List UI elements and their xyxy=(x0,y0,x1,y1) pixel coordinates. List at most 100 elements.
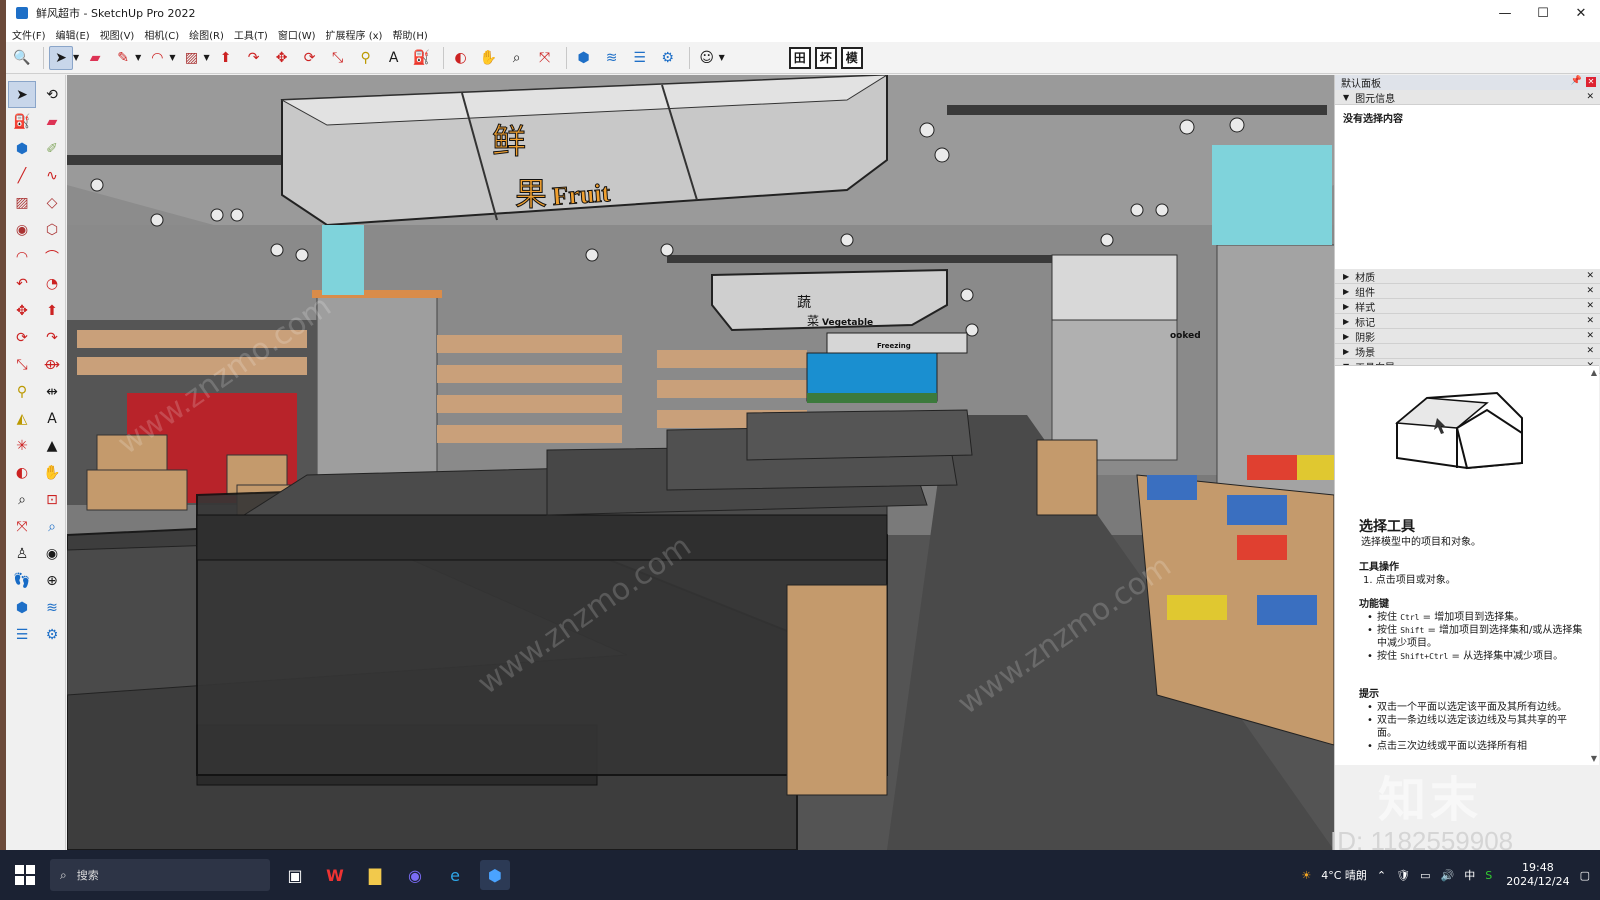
menu-file[interactable]: 文件(F) xyxy=(12,27,46,42)
section-close-icon[interactable]: ✕ xyxy=(1586,92,1594,102)
menu-camera[interactable]: 相机(C) xyxy=(144,27,179,42)
extension-manager-icon[interactable]: ⚙ xyxy=(656,46,680,70)
line-tool-icon[interactable]: ✎ xyxy=(111,46,135,70)
eraser-icon[interactable]: ▰ xyxy=(38,108,66,135)
line-icon[interactable]: ╱ xyxy=(8,162,36,189)
section-plane-icon[interactable]: ⊕ xyxy=(38,567,66,594)
scale-icon[interactable]: ⤡ xyxy=(8,351,36,378)
section-styles[interactable]: ▶ 样式 ✕ xyxy=(1335,299,1600,314)
shield-icon[interactable]: 🛡 xyxy=(1396,869,1410,882)
weather-icon[interactable]: ☀ xyxy=(1301,869,1311,882)
section-close-icon[interactable]: ✕ xyxy=(1586,271,1594,281)
layout-icon[interactable]: ☰ xyxy=(628,46,652,70)
component-icon[interactable]: ⬢ xyxy=(8,135,36,162)
menu-extensions[interactable]: 扩展程序 (x) xyxy=(326,27,383,42)
section-close-icon[interactable]: ✕ xyxy=(1586,316,1594,326)
section-close-icon[interactable]: ✕ xyxy=(1586,286,1594,296)
entity-info-header[interactable]: ▼ 图元信息 ✕ xyxy=(1335,90,1600,105)
weather-text[interactable]: 4°C 晴朗 xyxy=(1321,867,1367,883)
section-materials[interactable]: ▶ 材质 ✕ xyxy=(1335,269,1600,284)
model-viewport[interactable]: 鲜 果 Fruit 蔬 菜 Vegetable Freezing ooked w… xyxy=(67,75,1334,850)
volume-icon[interactable]: 🔊 xyxy=(1441,869,1455,882)
section-tags[interactable]: ▶ 标记 ✕ xyxy=(1335,314,1600,329)
rectangle-tool-icon[interactable]: ▨ xyxy=(179,46,203,70)
account-dropdown-icon[interactable]: ▼ xyxy=(719,53,725,62)
minimize-button[interactable]: — xyxy=(1486,0,1524,26)
pie-icon[interactable]: ◔ xyxy=(38,270,66,297)
axes-icon[interactable]: ✳ xyxy=(8,432,36,459)
notification-icon[interactable]: ▢ xyxy=(1580,869,1590,882)
network-icon[interactable]: ▭ xyxy=(1420,869,1430,882)
section-close-icon[interactable]: ✕ xyxy=(1586,301,1594,311)
plugin-box-1[interactable]: 田 xyxy=(788,46,811,69)
3d-text-icon[interactable]: ▲ xyxy=(38,432,66,459)
tape-measure-icon[interactable]: ⚲ xyxy=(8,378,36,405)
orbit-icon[interactable]: ◐ xyxy=(449,46,473,70)
walk-icon[interactable]: 👣 xyxy=(8,567,36,594)
plugin-box-2[interactable]: 坏 xyxy=(814,46,837,69)
text-tool-icon[interactable]: A xyxy=(382,46,406,70)
select-icon[interactable]: ➤ xyxy=(8,81,36,108)
pan-icon[interactable]: ✋ xyxy=(477,46,501,70)
pan-icon[interactable]: ✋ xyxy=(38,459,66,486)
push-pull-icon[interactable]: ⬆ xyxy=(214,46,238,70)
extension-warehouse-icon[interactable]: ≋ xyxy=(38,594,66,621)
taskbar-clock[interactable]: 19:48 2024/12/24 xyxy=(1506,861,1569,889)
layout-icon[interactable]: ☰ xyxy=(8,621,36,648)
shape-dropdown-icon[interactable]: ▼ xyxy=(203,53,209,62)
rectangle-icon[interactable]: ▨ xyxy=(8,189,36,216)
arc-icon[interactable]: ◠ xyxy=(8,243,36,270)
tag-icon[interactable]: ✐ xyxy=(38,135,66,162)
section-close-icon[interactable]: ✕ xyxy=(1586,331,1594,341)
account-icon[interactable]: ☺ xyxy=(695,46,719,70)
orbit-icon[interactable]: ◐ xyxy=(8,459,36,486)
paint-icon[interactable]: ⛽ xyxy=(8,108,36,135)
warehouse-icon[interactable]: ⬢ xyxy=(8,594,36,621)
rotate-icon[interactable]: ⟳ xyxy=(8,324,36,351)
task-view-icon[interactable]: ▣ xyxy=(280,860,310,890)
warehouse-icon[interactable]: ⬢ xyxy=(572,46,596,70)
previous-view-icon[interactable]: ⌕ xyxy=(38,513,66,540)
paint-bucket-icon[interactable]: ⛽ xyxy=(410,46,434,70)
zoom-extents-icon[interactable]: ⤧ xyxy=(8,513,36,540)
look-around-icon[interactable]: ◉ xyxy=(38,540,66,567)
wps-icon[interactable]: W xyxy=(320,860,350,890)
plugin-box-3[interactable]: 模 xyxy=(840,46,863,69)
select-tool-icon[interactable]: ➤ xyxy=(49,45,73,70)
zoom-icon[interactable]: ⌕ xyxy=(8,486,36,513)
line-dropdown-icon[interactable]: ▼ xyxy=(135,53,141,62)
zoom-icon[interactable]: 🔍 xyxy=(10,46,34,70)
scroll-up-icon[interactable]: ▲ xyxy=(1591,368,1597,377)
section-components[interactable]: ▶ 组件 ✕ xyxy=(1335,284,1600,299)
move-icon[interactable]: ✥ xyxy=(8,297,36,324)
protractor-icon[interactable]: ◭ xyxy=(8,405,36,432)
menu-edit[interactable]: 编辑(E) xyxy=(56,27,90,42)
app-tray-icon[interactable]: S xyxy=(1485,869,1492,882)
polygon-icon[interactable]: ⬡ xyxy=(38,216,66,243)
arc-tool-icon[interactable]: ◠ xyxy=(145,46,169,70)
follow-me-icon[interactable]: ↷ xyxy=(242,46,266,70)
three-point-arc-icon[interactable]: ↶ xyxy=(8,270,36,297)
menu-help[interactable]: 帮助(H) xyxy=(392,27,427,42)
dimension-icon[interactable]: ⇹ xyxy=(38,378,66,405)
text-icon[interactable]: A xyxy=(38,405,66,432)
push-pull-icon[interactable]: ⬆ xyxy=(38,297,66,324)
lasso-icon[interactable]: ⟲ xyxy=(38,81,66,108)
browser-icon[interactable]: ◉ xyxy=(400,860,430,890)
freehand-icon[interactable]: ∿ xyxy=(38,162,66,189)
position-camera-icon[interactable]: ♙ xyxy=(8,540,36,567)
menu-draw[interactable]: 绘图(R) xyxy=(189,27,224,42)
ime-indicator[interactable]: 中 xyxy=(1464,867,1475,883)
tray-close-icon[interactable]: ✕ xyxy=(1586,77,1596,87)
section-shadows[interactable]: ▶ 阴影 ✕ xyxy=(1335,329,1600,344)
offset-icon[interactable]: ⟴ xyxy=(38,351,66,378)
follow-me-icon[interactable]: ↷ xyxy=(38,324,66,351)
two-point-arc-icon[interactable]: ⌒ xyxy=(38,243,66,270)
zoom-window-icon[interactable]: ⊡ xyxy=(38,486,66,513)
arc-dropdown-icon[interactable]: ▼ xyxy=(169,53,175,62)
eraser-icon[interactable]: ▰ xyxy=(83,46,107,70)
windows-start-icon[interactable] xyxy=(10,860,40,890)
menu-tools[interactable]: 工具(T) xyxy=(234,27,268,42)
menu-view[interactable]: 视图(V) xyxy=(100,27,135,42)
maximize-button[interactable]: ☐ xyxy=(1524,0,1562,26)
